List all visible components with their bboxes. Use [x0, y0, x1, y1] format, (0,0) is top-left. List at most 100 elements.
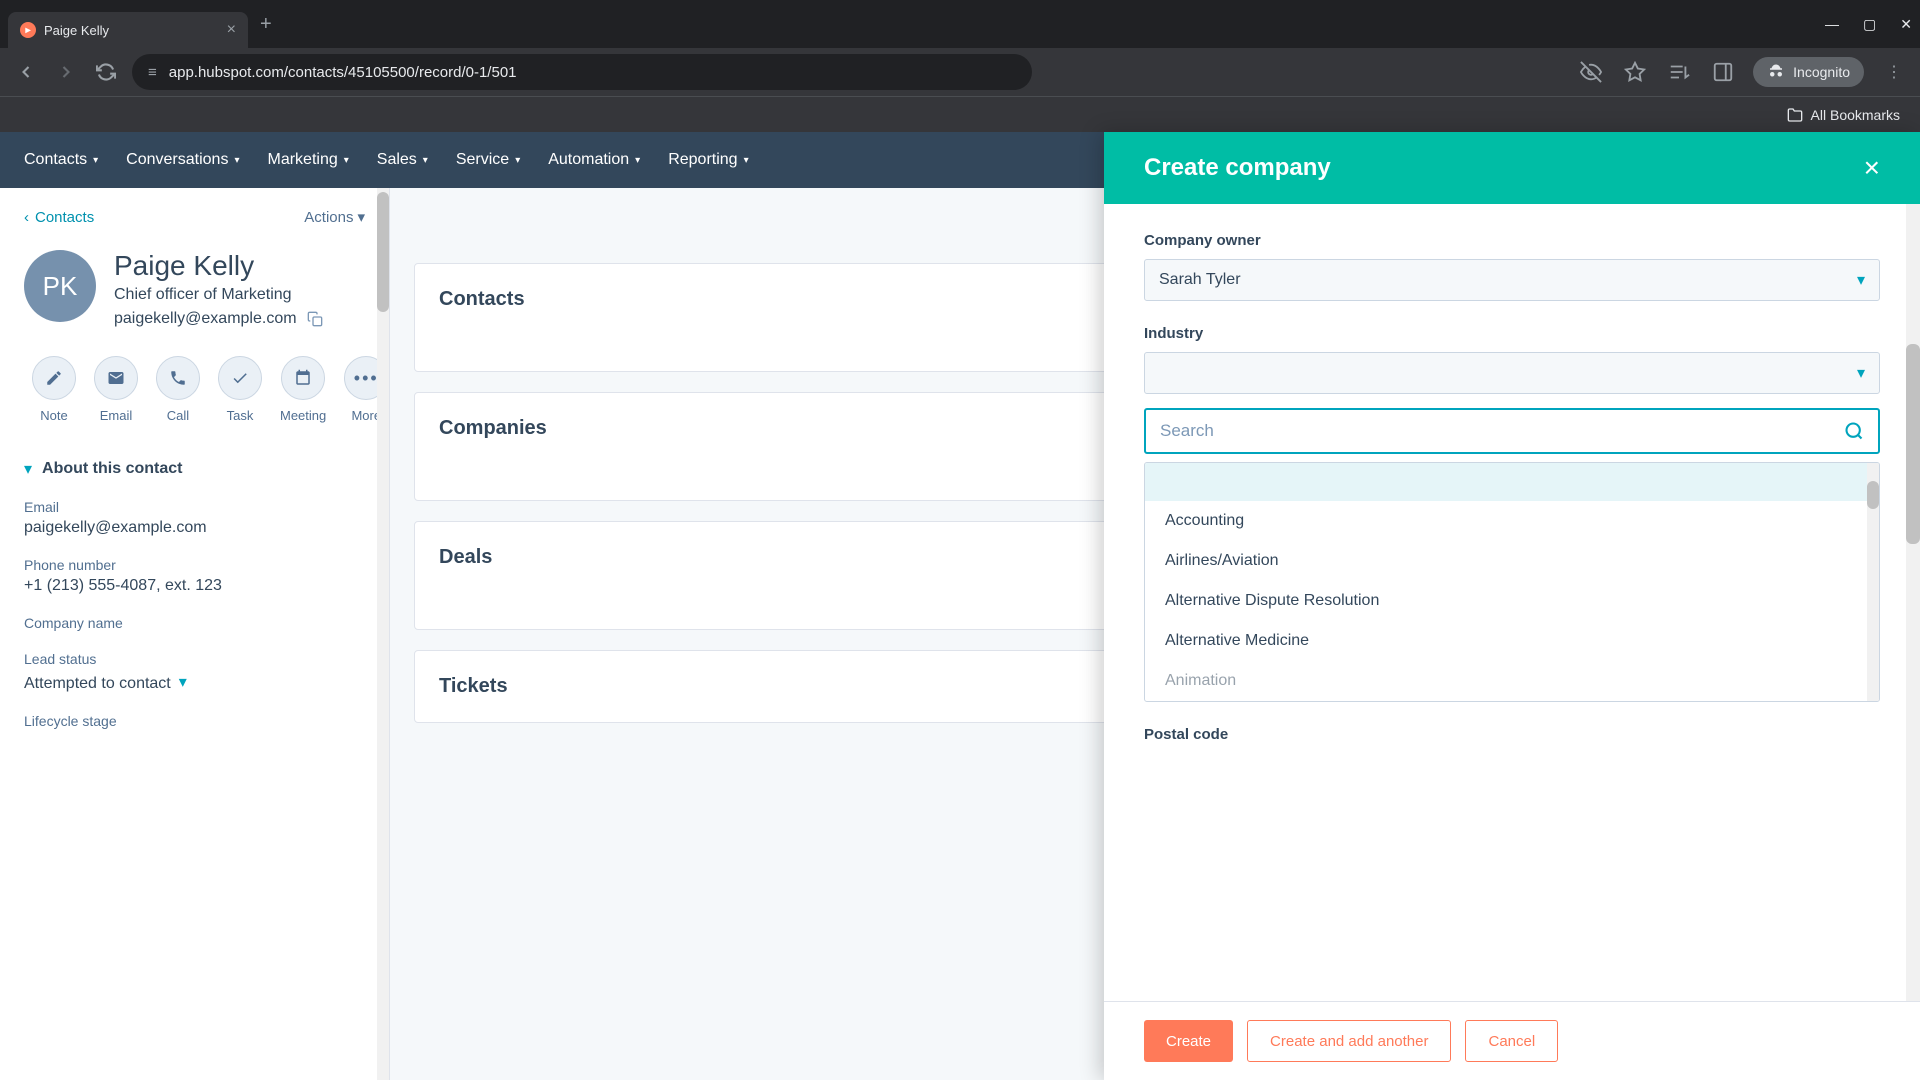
window-controls: — ▢ ✕ [1825, 16, 1912, 33]
reload-icon[interactable] [92, 58, 120, 86]
lifecycle-stage-field: Lifecycle stage [24, 713, 365, 729]
pencil-icon [45, 369, 63, 387]
industry-option[interactable]: Alternative Medicine [1145, 621, 1879, 661]
incognito-badge[interactable]: Incognito [1753, 57, 1864, 87]
industry-options-list: Accounting Airlines/Aviation Alternative… [1144, 462, 1880, 702]
bookmarks-bar: All Bookmarks [0, 96, 1920, 132]
company-owner-label: Company owner [1144, 232, 1880, 249]
industry-search-box[interactable] [1144, 408, 1880, 454]
actions-menu[interactable]: Actions ▾ [304, 208, 365, 226]
copy-icon[interactable] [307, 311, 323, 327]
note-button[interactable]: Note [32, 356, 76, 423]
industry-search-input[interactable] [1160, 421, 1843, 441]
nav-marketing[interactable]: Marketing▾ [267, 151, 348, 169]
nav-sales[interactable]: Sales▾ [377, 151, 428, 169]
incognito-icon [1767, 63, 1785, 81]
close-icon[interactable]: × [1864, 152, 1880, 184]
sidebar-scrollbar[interactable] [377, 188, 389, 1080]
contact-email: paigekelly@example.com [114, 310, 297, 328]
meeting-button[interactable]: Meeting [280, 356, 326, 423]
company-owner-group: Company owner Sarah Tyler ▾ [1144, 232, 1880, 301]
lead-status-select[interactable]: Attempted to contact ▾ [24, 671, 365, 693]
panel-body: Company owner Sarah Tyler ▾ Industry ▾ [1104, 204, 1920, 1001]
chevron-down-icon: ▾ [234, 155, 239, 166]
url-text: app.hubspot.com/contacts/45105500/record… [169, 64, 517, 81]
media-icon[interactable] [1665, 58, 1693, 86]
cancel-button[interactable]: Cancel [1465, 1020, 1558, 1062]
lead-status-field: Lead status Attempted to contact ▾ [24, 651, 365, 693]
industry-option[interactable]: Animation [1145, 661, 1879, 701]
chevron-down-icon: ▾ [423, 155, 428, 166]
url-bar[interactable]: ≡ app.hubspot.com/contacts/45105500/reco… [132, 54, 1032, 90]
industry-label: Industry [1144, 325, 1880, 342]
hubspot-favicon: ▸ [20, 22, 36, 38]
close-window-icon[interactable]: ✕ [1900, 16, 1912, 33]
phone-icon [169, 369, 187, 387]
new-tab-button[interactable]: + [260, 13, 272, 36]
dots-icon: ••• [354, 368, 379, 389]
phone-field: Phone number +1 (213) 555-4087, ext. 123 [24, 557, 365, 595]
panel-title: Create company [1144, 154, 1331, 182]
site-info-icon[interactable]: ≡ [148, 64, 157, 81]
browser-tab[interactable]: ▸ Paige Kelly × [8, 12, 248, 48]
forward-icon[interactable] [52, 58, 80, 86]
create-company-panel: Create company × Company owner Sarah Tyl… [1104, 132, 1920, 1080]
panel-footer: Create Create and add another Cancel [1104, 1001, 1920, 1080]
industry-select[interactable]: ▾ [1144, 352, 1880, 394]
nav-conversations[interactable]: Conversations▾ [126, 151, 239, 169]
chevron-down-icon: ▾ [179, 672, 187, 692]
chevron-down-icon: ▾ [24, 459, 32, 479]
create-and-add-another-button[interactable]: Create and add another [1247, 1020, 1451, 1062]
about-contact-header[interactable]: ▾ About this contact [24, 459, 365, 479]
contact-actions-row: Note Email Call Task Meeting •••More [32, 356, 365, 423]
menu-icon[interactable]: ⋮ [1880, 58, 1908, 86]
chevron-down-icon: ▾ [744, 155, 749, 166]
nav-service[interactable]: Service▾ [456, 151, 520, 169]
industry-option[interactable]: Airlines/Aviation [1145, 541, 1879, 581]
task-button[interactable]: Task [218, 356, 262, 423]
chevron-down-icon: ▾ [515, 155, 520, 166]
chevron-down-icon: ▾ [357, 208, 365, 226]
create-button[interactable]: Create [1144, 1020, 1233, 1062]
maximize-icon[interactable]: ▢ [1863, 16, 1876, 33]
industry-option-blank[interactable] [1145, 463, 1879, 501]
contact-header: PK Paige Kelly Chief officer of Marketin… [24, 250, 365, 328]
industry-option[interactable]: Alternative Dispute Resolution [1145, 581, 1879, 621]
browser-toolbar: ≡ app.hubspot.com/contacts/45105500/reco… [0, 48, 1920, 96]
email-button[interactable]: Email [94, 356, 138, 423]
incognito-label: Incognito [1793, 64, 1850, 80]
browser-tab-strip: ▸ Paige Kelly × + — ▢ ✕ [0, 0, 1920, 48]
eye-off-icon[interactable] [1577, 58, 1605, 86]
back-to-contacts[interactable]: ‹ Contacts [24, 209, 94, 226]
contact-sidebar: ‹ Contacts Actions ▾ PK Paige Kelly Chie… [0, 188, 390, 1080]
avatar[interactable]: PK [24, 250, 96, 322]
all-bookmarks-link[interactable]: All Bookmarks [1811, 107, 1900, 123]
chevron-down-icon: ▾ [635, 155, 640, 166]
envelope-icon [107, 369, 125, 387]
star-icon[interactable] [1621, 58, 1649, 86]
search-icon[interactable] [1844, 421, 1864, 441]
calendar-icon [294, 369, 312, 387]
email-field: Email paigekelly@example.com [24, 499, 365, 537]
nav-automation[interactable]: Automation▾ [548, 151, 640, 169]
back-icon[interactable] [12, 58, 40, 86]
minimize-icon[interactable]: — [1825, 16, 1839, 33]
panel-icon[interactable] [1709, 58, 1737, 86]
nav-contacts[interactable]: Contacts▾ [24, 151, 98, 169]
company-owner-select[interactable]: Sarah Tyler ▾ [1144, 259, 1880, 301]
chevron-down-icon: ▾ [1857, 363, 1865, 383]
call-button[interactable]: Call [156, 356, 200, 423]
industry-option[interactable]: Accounting [1145, 501, 1879, 541]
panel-scrollbar[interactable] [1906, 204, 1920, 1001]
company-name-field: Company name [24, 615, 365, 631]
chevron-down-icon: ▾ [93, 155, 98, 166]
contact-job-title: Chief officer of Marketing [114, 286, 323, 304]
postal-code-label: Postal code [1144, 726, 1880, 743]
nav-reporting[interactable]: Reporting▾ [668, 151, 748, 169]
check-icon [231, 369, 249, 387]
tab-close-icon[interactable]: × [227, 21, 236, 39]
industry-group: Industry ▾ Accounting Airline [1144, 325, 1880, 702]
chevron-down-icon: ▾ [344, 155, 349, 166]
postal-code-group: Postal code [1144, 726, 1880, 743]
folder-icon [1787, 107, 1803, 123]
